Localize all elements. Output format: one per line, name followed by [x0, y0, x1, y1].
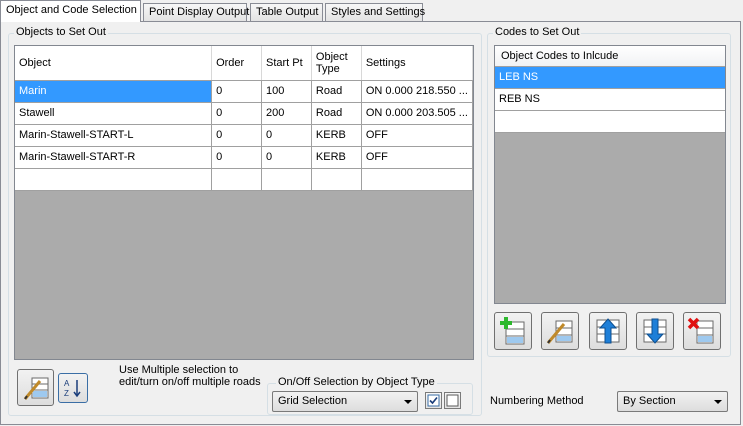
add-list-icon: [500, 317, 525, 345]
svg-text:Z: Z: [64, 389, 69, 398]
cell-settings[interactable]: OFF: [361, 124, 473, 147]
cell-empty[interactable]: [361, 168, 473, 191]
cell-empty[interactable]: [211, 168, 262, 191]
list-item[interactable]: LEB NS: [495, 66, 725, 89]
codes-group: Codes to Set Out Object Codes to Inlcude…: [487, 26, 731, 357]
cell-object[interactable]: Stawell: [15, 102, 213, 125]
cell-object-type[interactable]: KERB: [311, 146, 362, 169]
delete-code-button[interactable]: [683, 312, 721, 350]
onoff-selection-title: On/Off Selection by Object Type: [276, 376, 437, 388]
edit-object-button[interactable]: [17, 369, 54, 406]
checkbox-empty-icon: [446, 394, 459, 407]
cell-object[interactable]: Marin: [15, 80, 213, 103]
table-row[interactable]: Marin-Stawell-START-R 0 0 KERB OFF: [15, 146, 473, 169]
tab-object-and-code-selection[interactable]: Object and Code Selection: [0, 0, 141, 22]
tab-table-output[interactable]: Table Output: [250, 3, 323, 21]
objects-group-title: Objects to Set Out: [14, 26, 108, 38]
pencil-list-icon: [23, 377, 48, 400]
numbering-method-label: Numbering Method: [490, 395, 584, 407]
check-all-button[interactable]: [425, 392, 442, 409]
cell-settings[interactable]: ON 0.000 218.550 ...: [361, 80, 473, 103]
move-code-up-button[interactable]: [589, 312, 627, 350]
tab-bar: Point Display Output Table Output Styles…: [0, 0, 743, 22]
numbering-method-value: By Section: [623, 395, 676, 407]
objects-table: Object Order Start Pt Object Type Settin…: [15, 46, 473, 191]
list-item-new[interactable]: [495, 110, 725, 133]
tab-label: Styles and Settings: [331, 6, 426, 18]
cell-object-type[interactable]: KERB: [311, 124, 362, 147]
column-header-start-pt[interactable]: Start Pt: [261, 46, 312, 81]
table-row[interactable]: Marin-Stawell-START-L 0 0 KERB OFF: [15, 124, 473, 147]
column-header-settings[interactable]: Settings: [361, 46, 473, 81]
column-header-object[interactable]: Object: [15, 46, 213, 81]
cell-empty[interactable]: [15, 168, 213, 191]
multiple-selection-hint: Use Multiple selection to edit/turn on/o…: [119, 364, 261, 388]
move-code-down-button[interactable]: [636, 312, 674, 350]
codes-grid[interactable]: Object Codes to Inlcude LEB NS REB NS: [494, 45, 726, 304]
svg-text:A: A: [64, 379, 70, 388]
cell-start-pt[interactable]: 0: [261, 124, 312, 147]
cell-order[interactable]: 0: [211, 102, 262, 125]
checkbox-checked-icon: [427, 394, 440, 407]
tab-styles-and-settings[interactable]: Styles and Settings: [325, 3, 426, 21]
sort-az-button[interactable]: A Z: [58, 373, 88, 403]
table-row[interactable]: Stawell 0 200 Road ON 0.000 203.505 ...: [15, 102, 473, 125]
cell-empty[interactable]: [261, 168, 312, 191]
cell-object-type[interactable]: Road: [311, 102, 362, 125]
tab-page: Objects to Set Out Object Order Start Pt…: [0, 21, 741, 425]
onoff-selection-group: On/Off Selection by Object Type Grid Sel…: [267, 376, 473, 415]
cell-order[interactable]: 0: [211, 124, 262, 147]
cell-object[interactable]: Marin-Stawell-START-L: [15, 124, 213, 147]
numbering-method-dropdown[interactable]: By Section: [617, 391, 728, 412]
grid-selection-dropdown[interactable]: Grid Selection: [272, 391, 418, 412]
cell-order[interactable]: 0: [211, 80, 262, 103]
cell-start-pt[interactable]: 100: [261, 80, 312, 103]
arrow-up-icon: [596, 318, 620, 344]
table-row-new[interactable]: [15, 168, 473, 191]
tab-label: Table Output: [256, 6, 319, 18]
tab-label: Object and Code Selection: [6, 4, 137, 16]
objects-header-row: Object Order Start Pt Object Type Settin…: [15, 46, 473, 81]
table-row[interactable]: Marin 0 100 Road ON 0.000 218.550 ...: [15, 80, 473, 103]
code-cell[interactable]: LEB NS: [495, 66, 725, 89]
cell-start-pt[interactable]: 0: [261, 146, 312, 169]
chevron-down-icon: [404, 400, 412, 404]
cell-object-type[interactable]: Road: [311, 80, 362, 103]
edit-code-button[interactable]: [541, 312, 579, 350]
column-header-object-type[interactable]: Object Type: [311, 46, 362, 81]
objects-grid[interactable]: Object Order Start Pt Object Type Settin…: [14, 45, 474, 360]
codes-header-row: Object Codes to Inlcude: [495, 46, 725, 67]
add-code-button[interactable]: [494, 312, 532, 350]
cell-settings[interactable]: OFF: [361, 146, 473, 169]
chevron-down-icon: [714, 400, 722, 404]
cell-start-pt[interactable]: 200: [261, 102, 312, 125]
code-cell[interactable]: REB NS: [495, 88, 725, 111]
column-header-object-codes[interactable]: Object Codes to Inlcude: [495, 46, 725, 67]
cell-object[interactable]: Marin-Stawell-START-R: [15, 146, 213, 169]
sort-az-icon: A Z: [64, 379, 81, 398]
pencil-list-icon: [546, 320, 573, 344]
cell-empty[interactable]: [311, 168, 362, 191]
list-item[interactable]: REB NS: [495, 88, 725, 111]
arrow-down-icon: [643, 318, 667, 344]
delete-list-icon: [687, 317, 714, 344]
code-cell-empty[interactable]: [495, 110, 725, 133]
tab-label: Point Display Output: [149, 6, 250, 18]
uncheck-all-button[interactable]: [444, 392, 461, 409]
grid-selection-value: Grid Selection: [278, 395, 348, 407]
objects-group: Objects to Set Out Object Order Start Pt…: [8, 26, 482, 416]
codes-table: Object Codes to Inlcude LEB NS REB NS: [495, 46, 725, 133]
column-header-order[interactable]: Order: [211, 46, 262, 81]
cell-settings[interactable]: ON 0.000 203.505 ...: [361, 102, 473, 125]
tab-point-display-output[interactable]: Point Display Output: [143, 3, 250, 21]
codes-group-title: Codes to Set Out: [493, 26, 582, 38]
cell-order[interactable]: 0: [211, 146, 262, 169]
